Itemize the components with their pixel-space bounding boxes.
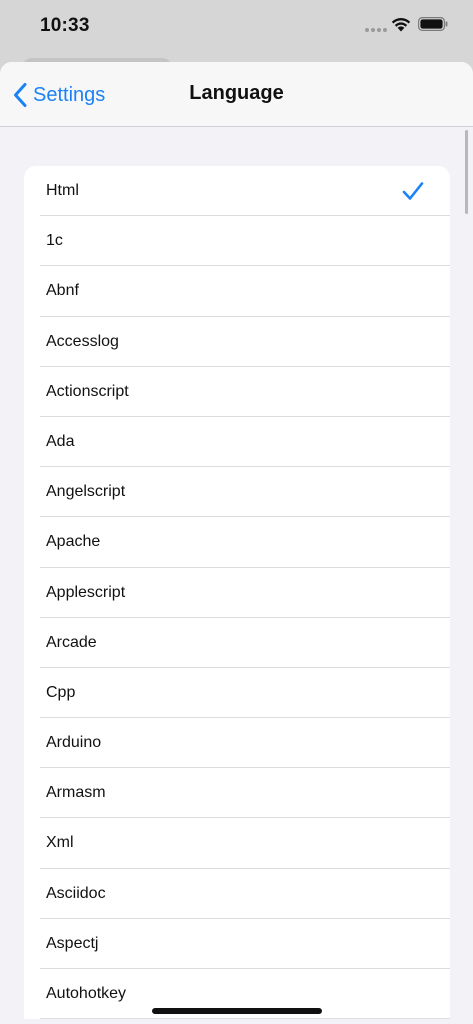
list-item[interactable]: Actionscript	[24, 367, 450, 417]
list-item[interactable]: Accesslog	[24, 317, 450, 367]
language-label: Angelscript	[46, 483, 126, 501]
list-item[interactable]: 1c	[24, 216, 450, 267]
language-label: Asciidoc	[46, 884, 106, 902]
battery-icon	[418, 17, 448, 31]
wifi-icon	[391, 17, 411, 32]
list-item[interactable]: Html	[24, 166, 450, 217]
language-label: Abnf	[46, 282, 79, 300]
scroll-indicator[interactable]	[465, 130, 468, 214]
page-title: Language	[189, 82, 284, 104]
language-label: Aspectj	[46, 934, 99, 952]
language-label: Cpp	[46, 683, 76, 701]
list-item[interactable]: Abnf	[24, 266, 450, 317]
language-label: 1c	[46, 232, 63, 250]
list-item[interactable]: Arduino	[24, 718, 450, 769]
list-item[interactable]: Asciidoc	[24, 869, 450, 919]
list-item[interactable]: Ada	[24, 417, 450, 468]
language-label: Ada	[46, 432, 75, 450]
language-label: Accesslog	[46, 332, 119, 350]
language-label: Arcade	[46, 633, 97, 651]
cellular-signal-icon	[365, 28, 387, 34]
list-item[interactable]: Arcade	[24, 618, 450, 668]
language-label: Autohotkey	[46, 985, 127, 1002]
list-item[interactable]: Angelscript	[24, 467, 450, 518]
list-item[interactable]: Applescript	[24, 568, 450, 618]
screen: 10:33 Settings Language Html 1c Abnf Acc…	[0, 0, 473, 1024]
language-label: Html	[46, 182, 79, 199]
language-label: Xml	[46, 834, 74, 852]
list-item[interactable]: Apache	[24, 517, 450, 568]
list-item[interactable]: Aspectj	[24, 919, 450, 969]
home-indicator[interactable]	[152, 1008, 322, 1014]
language-label: Actionscript	[46, 382, 129, 400]
list-item[interactable]: Xml	[24, 818, 450, 869]
language-label: Armasm	[46, 784, 106, 802]
list-item[interactable]: Armasm	[24, 768, 450, 819]
separator	[40, 1018, 450, 1020]
checkmark-icon	[402, 182, 424, 200]
language-label: Apache	[46, 533, 101, 551]
language-label: Applescript	[46, 583, 126, 601]
list-item[interactable]: Cpp	[24, 668, 450, 719]
language-label: Arduino	[46, 734, 102, 752]
language-sheet: Settings Language Html 1c Abnf Accesslog…	[0, 62, 473, 1024]
status-bar: 10:33	[0, 0, 473, 54]
language-list: Html 1c Abnf Accesslog Actionscript Ada …	[24, 166, 450, 1020]
navigation-bar: Settings Language	[0, 62, 473, 127]
status-time: 10:33	[40, 15, 90, 36]
